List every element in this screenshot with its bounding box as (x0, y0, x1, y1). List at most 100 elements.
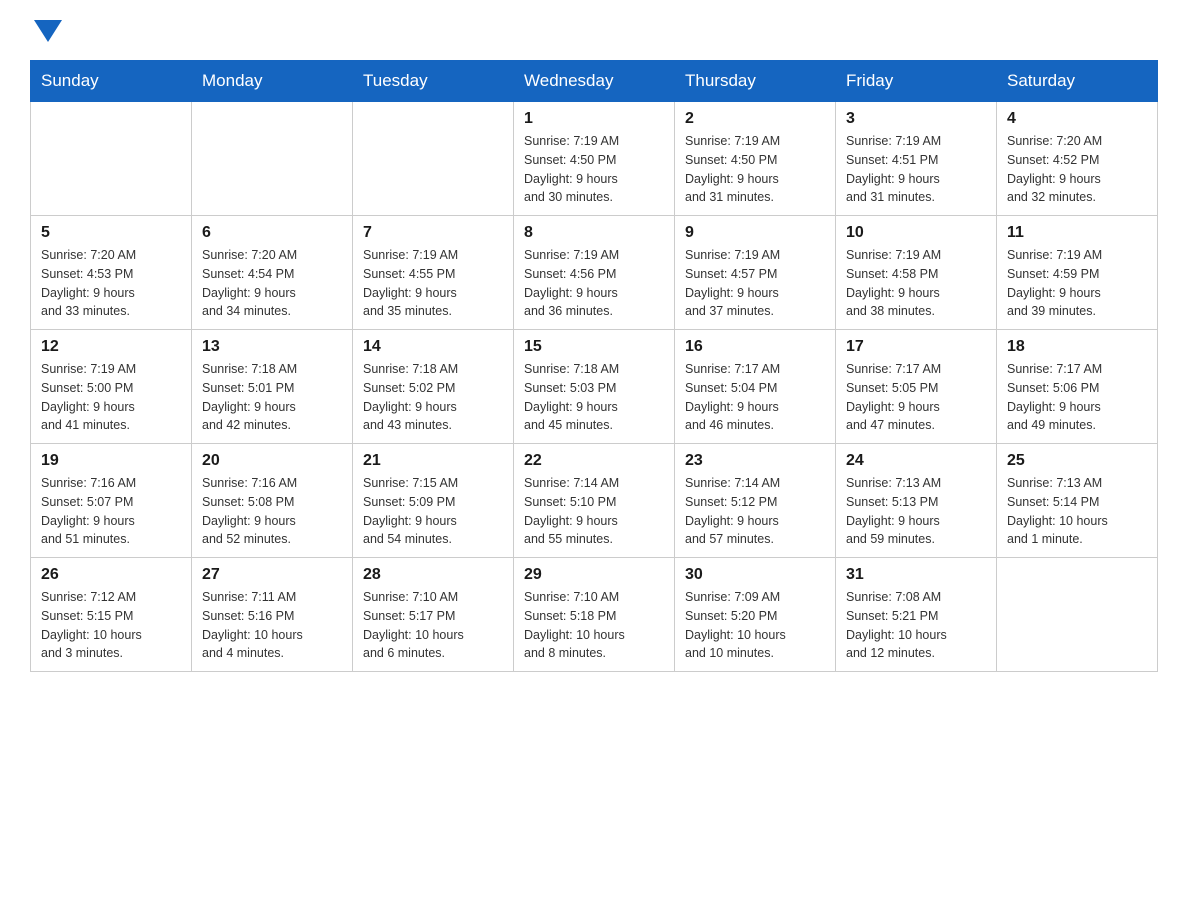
calendar-week-row: 12 Sunrise: 7:19 AM Sunset: 5:00 PM Dayli… (31, 330, 1158, 444)
cell-day-number: 13 (202, 338, 342, 356)
cell-sun-info: Sunrise: 7:19 AM Sunset: 4:50 PM Dayligh… (524, 132, 664, 207)
cell-sun-info: Sunrise: 7:14 AM Sunset: 5:10 PM Dayligh… (524, 474, 664, 549)
calendar-cell: 8 Sunrise: 7:19 AM Sunset: 4:56 PM Daylig… (514, 216, 675, 330)
cell-day-number: 7 (363, 224, 503, 242)
calendar-cell: 4 Sunrise: 7:20 AM Sunset: 4:52 PM Daylig… (997, 102, 1158, 216)
calendar-cell: 18 Sunrise: 7:17 AM Sunset: 5:06 PM Dayli… (997, 330, 1158, 444)
calendar-cell: 28 Sunrise: 7:10 AM Sunset: 5:17 PM Dayli… (353, 558, 514, 672)
calendar-cell (31, 102, 192, 216)
calendar-cell: 15 Sunrise: 7:18 AM Sunset: 5:03 PM Dayli… (514, 330, 675, 444)
cell-sun-info: Sunrise: 7:19 AM Sunset: 4:57 PM Dayligh… (685, 246, 825, 321)
cell-day-number: 12 (41, 338, 181, 356)
calendar-cell: 17 Sunrise: 7:17 AM Sunset: 5:05 PM Dayli… (836, 330, 997, 444)
calendar-cell: 1 Sunrise: 7:19 AM Sunset: 4:50 PM Daylig… (514, 102, 675, 216)
calendar-cell: 14 Sunrise: 7:18 AM Sunset: 5:02 PM Dayli… (353, 330, 514, 444)
cell-day-number: 25 (1007, 452, 1147, 470)
cell-day-number: 3 (846, 110, 986, 128)
cell-day-number: 19 (41, 452, 181, 470)
cell-sun-info: Sunrise: 7:20 AM Sunset: 4:52 PM Dayligh… (1007, 132, 1147, 207)
calendar-week-row: 26 Sunrise: 7:12 AM Sunset: 5:15 PM Dayli… (31, 558, 1158, 672)
calendar-cell: 25 Sunrise: 7:13 AM Sunset: 5:14 PM Dayli… (997, 444, 1158, 558)
calendar-cell: 21 Sunrise: 7:15 AM Sunset: 5:09 PM Dayli… (353, 444, 514, 558)
cell-sun-info: Sunrise: 7:18 AM Sunset: 5:03 PM Dayligh… (524, 360, 664, 435)
cell-day-number: 27 (202, 566, 342, 584)
calendar-cell: 13 Sunrise: 7:18 AM Sunset: 5:01 PM Dayli… (192, 330, 353, 444)
calendar-week-row: 1 Sunrise: 7:19 AM Sunset: 4:50 PM Daylig… (31, 102, 1158, 216)
calendar-week-row: 19Sunrise: 7:16 AM Sunset: 5:07 PM Dayli… (31, 444, 1158, 558)
calendar-header-row: SundayMondayTuesdayWednesdayThursdayFrid… (31, 61, 1158, 102)
cell-sun-info: Sunrise: 7:09 AM Sunset: 5:20 PM Dayligh… (685, 588, 825, 663)
calendar-cell: 27 Sunrise: 7:11 AM Sunset: 5:16 PM Dayli… (192, 558, 353, 672)
cell-day-number: 28 (363, 566, 503, 584)
calendar-cell (997, 558, 1158, 672)
cell-day-number: 2 (685, 110, 825, 128)
cell-day-number: 4 (1007, 110, 1147, 128)
cell-sun-info: Sunrise: 7:19 AM Sunset: 4:56 PM Dayligh… (524, 246, 664, 321)
cell-sun-info: Sunrise: 7:13 AM Sunset: 5:13 PM Dayligh… (846, 474, 986, 549)
cell-day-number: 23 (685, 452, 825, 470)
cell-day-number: 29 (524, 566, 664, 584)
cell-day-number: 24 (846, 452, 986, 470)
cell-sun-info: Sunrise: 7:20 AM Sunset: 4:53 PM Dayligh… (41, 246, 181, 321)
calendar-cell: 11Sunrise: 7:19 AM Sunset: 4:59 PM Dayli… (997, 216, 1158, 330)
cell-day-number: 11 (1007, 224, 1147, 242)
calendar-cell: 3 Sunrise: 7:19 AM Sunset: 4:51 PM Daylig… (836, 102, 997, 216)
cell-day-number: 21 (363, 452, 503, 470)
cell-sun-info: Sunrise: 7:17 AM Sunset: 5:04 PM Dayligh… (685, 360, 825, 435)
cell-day-number: 10 (846, 224, 986, 242)
cell-day-number: 22 (524, 452, 664, 470)
cell-day-number: 6 (202, 224, 342, 242)
calendar-cell: 5Sunrise: 7:20 AM Sunset: 4:53 PM Daylig… (31, 216, 192, 330)
cell-sun-info: Sunrise: 7:12 AM Sunset: 5:15 PM Dayligh… (41, 588, 181, 663)
cell-sun-info: Sunrise: 7:20 AM Sunset: 4:54 PM Dayligh… (202, 246, 342, 321)
column-header-monday: Monday (192, 61, 353, 102)
column-header-tuesday: Tuesday (353, 61, 514, 102)
calendar-cell: 16 Sunrise: 7:17 AM Sunset: 5:04 PM Dayli… (675, 330, 836, 444)
calendar-cell: 20Sunrise: 7:16 AM Sunset: 5:08 PM Dayli… (192, 444, 353, 558)
cell-day-number: 18 (1007, 338, 1147, 356)
cell-day-number: 30 (685, 566, 825, 584)
cell-sun-info: Sunrise: 7:18 AM Sunset: 5:02 PM Dayligh… (363, 360, 503, 435)
cell-day-number: 26 (41, 566, 181, 584)
cell-sun-info: Sunrise: 7:19 AM Sunset: 4:51 PM Dayligh… (846, 132, 986, 207)
column-header-sunday: Sunday (31, 61, 192, 102)
calendar-week-row: 5Sunrise: 7:20 AM Sunset: 4:53 PM Daylig… (31, 216, 1158, 330)
cell-day-number: 17 (846, 338, 986, 356)
calendar-cell: 2Sunrise: 7:19 AM Sunset: 4:50 PM Daylig… (675, 102, 836, 216)
cell-day-number: 1 (524, 110, 664, 128)
calendar-cell: 31Sunrise: 7:08 AM Sunset: 5:21 PM Dayli… (836, 558, 997, 672)
column-header-wednesday: Wednesday (514, 61, 675, 102)
calendar-cell: 12 Sunrise: 7:19 AM Sunset: 5:00 PM Dayli… (31, 330, 192, 444)
cell-sun-info: Sunrise: 7:10 AM Sunset: 5:17 PM Dayligh… (363, 588, 503, 663)
calendar-cell: 6 Sunrise: 7:20 AM Sunset: 4:54 PM Daylig… (192, 216, 353, 330)
logo-triangle-icon (34, 20, 62, 42)
cell-sun-info: Sunrise: 7:19 AM Sunset: 5:00 PM Dayligh… (41, 360, 181, 435)
cell-sun-info: Sunrise: 7:17 AM Sunset: 5:06 PM Dayligh… (1007, 360, 1147, 435)
calendar-cell: 19Sunrise: 7:16 AM Sunset: 5:07 PM Dayli… (31, 444, 192, 558)
column-header-friday: Friday (836, 61, 997, 102)
calendar-cell: 7 Sunrise: 7:19 AM Sunset: 4:55 PM Daylig… (353, 216, 514, 330)
calendar-cell: 26 Sunrise: 7:12 AM Sunset: 5:15 PM Dayli… (31, 558, 192, 672)
cell-sun-info: Sunrise: 7:17 AM Sunset: 5:05 PM Dayligh… (846, 360, 986, 435)
cell-sun-info: Sunrise: 7:15 AM Sunset: 5:09 PM Dayligh… (363, 474, 503, 549)
cell-sun-info: Sunrise: 7:19 AM Sunset: 4:55 PM Dayligh… (363, 246, 503, 321)
cell-day-number: 15 (524, 338, 664, 356)
cell-sun-info: Sunrise: 7:16 AM Sunset: 5:08 PM Dayligh… (202, 474, 342, 549)
calendar-table: SundayMondayTuesdayWednesdayThursdayFrid… (30, 60, 1158, 672)
page-header (30, 20, 1158, 44)
cell-sun-info: Sunrise: 7:14 AM Sunset: 5:12 PM Dayligh… (685, 474, 825, 549)
cell-day-number: 14 (363, 338, 503, 356)
calendar-cell: 23 Sunrise: 7:14 AM Sunset: 5:12 PM Dayli… (675, 444, 836, 558)
cell-sun-info: Sunrise: 7:18 AM Sunset: 5:01 PM Dayligh… (202, 360, 342, 435)
calendar-cell: 9Sunrise: 7:19 AM Sunset: 4:57 PM Daylig… (675, 216, 836, 330)
calendar-cell: 30 Sunrise: 7:09 AM Sunset: 5:20 PM Dayli… (675, 558, 836, 672)
calendar-cell: 22 Sunrise: 7:14 AM Sunset: 5:10 PM Dayli… (514, 444, 675, 558)
cell-sun-info: Sunrise: 7:11 AM Sunset: 5:16 PM Dayligh… (202, 588, 342, 663)
cell-day-number: 8 (524, 224, 664, 242)
cell-day-number: 31 (846, 566, 986, 584)
calendar-cell (353, 102, 514, 216)
cell-sun-info: Sunrise: 7:13 AM Sunset: 5:14 PM Dayligh… (1007, 474, 1147, 549)
cell-day-number: 16 (685, 338, 825, 356)
calendar-cell: 10Sunrise: 7:19 AM Sunset: 4:58 PM Dayli… (836, 216, 997, 330)
calendar-cell (192, 102, 353, 216)
